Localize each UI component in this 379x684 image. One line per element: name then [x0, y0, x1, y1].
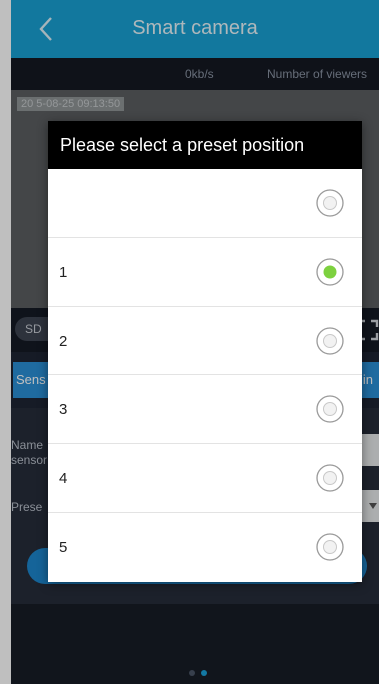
preset-option-label: 5 [59, 538, 68, 556]
radio-unselected-icon[interactable] [315, 394, 345, 424]
preset-option[interactable]: 4 [48, 444, 362, 513]
preset-option-label: 1 [59, 263, 68, 281]
radio-unselected-icon[interactable] [315, 326, 345, 356]
radio-unselected-icon[interactable] [315, 188, 345, 218]
preset-option-list: 1 2 3 4 5 [48, 169, 362, 582]
radio-unselected-icon[interactable] [315, 532, 345, 562]
preset-option-label: 3 [59, 401, 68, 419]
radio-unselected-icon[interactable] [315, 463, 345, 493]
preset-option[interactable]: 1 [48, 238, 362, 307]
preset-option-label: 2 [59, 332, 68, 350]
radio-selected-icon[interactable] [315, 257, 345, 287]
preset-option[interactable]: 5 [48, 513, 362, 582]
preset-option-label: 4 [59, 470, 68, 488]
preset-dialog: Please select a preset position 1 2 3 4 5 [48, 121, 362, 582]
preset-option[interactable]: 3 [48, 375, 362, 445]
dialog-title: Please select a preset position [48, 121, 362, 169]
preset-option[interactable] [48, 169, 362, 238]
preset-option[interactable]: 2 [48, 307, 362, 376]
